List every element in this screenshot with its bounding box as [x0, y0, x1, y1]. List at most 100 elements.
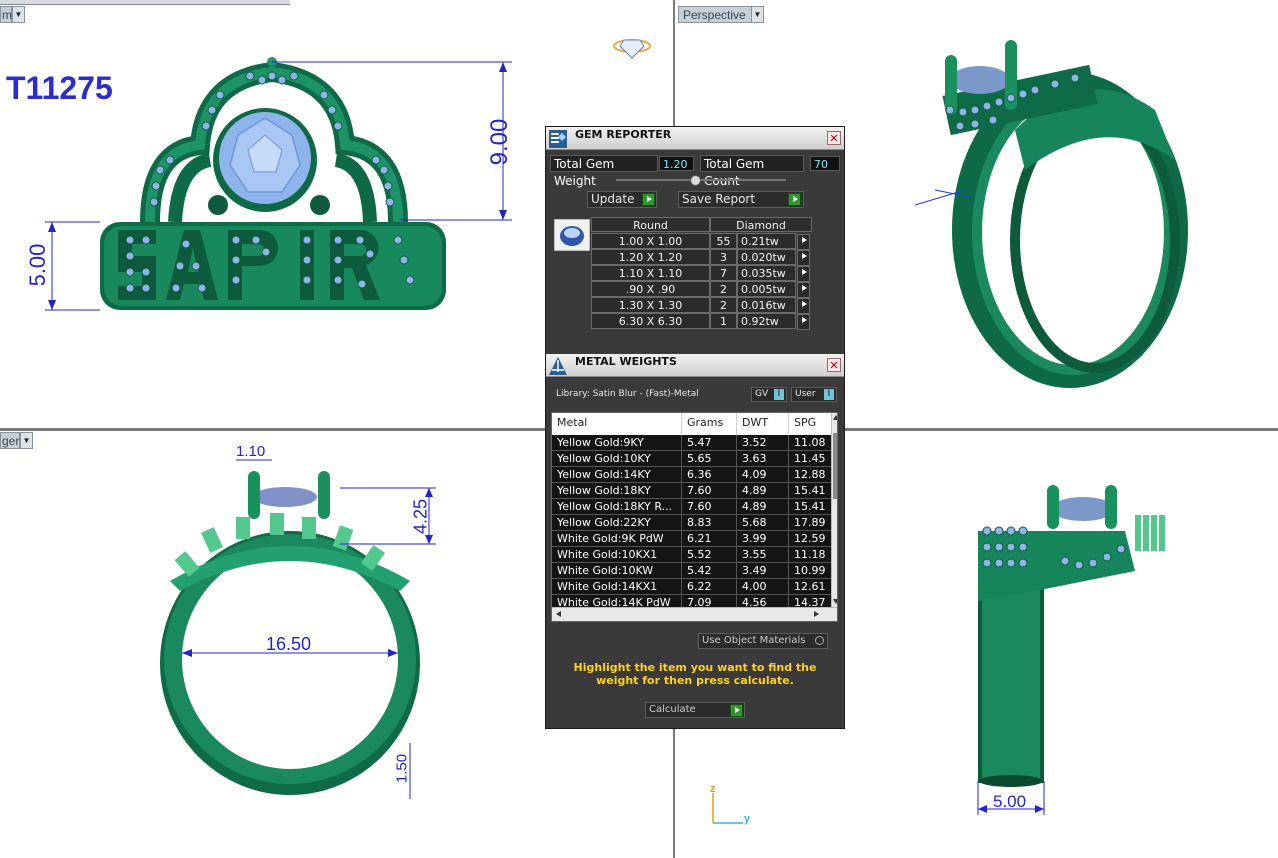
user-toggle[interactable]: User I: [791, 387, 837, 402]
gem-row-arrow-icon[interactable]: [797, 282, 810, 298]
calculate-arrow-icon[interactable]: [730, 704, 743, 717]
gem-row: 6.30 X 6.30 1 0.92tw: [591, 313, 815, 330]
user-label: User: [795, 389, 816, 399]
gem-weight-cell: 0.92tw: [737, 313, 796, 329]
metal-dwt-cell: 3.49: [737, 563, 789, 579]
metal-spg-cell: 11.18: [789, 547, 832, 563]
horizontal-scrollbar[interactable]: [552, 607, 837, 621]
axis-indicator-icon: [712, 793, 743, 824]
metal-name-cell: White Gold:10KX1: [552, 547, 682, 563]
metal-weights-title: METAL WEIGHTS: [575, 355, 677, 368]
scroll-up-icon[interactable]: [833, 415, 837, 420]
metal-name-cell: Yellow Gold:22KY: [552, 515, 682, 531]
metal-table-row[interactable]: Yellow Gold:10KY 5.65 3.63 11.45: [552, 451, 832, 467]
metal-dwt-cell: 3.63: [737, 451, 789, 467]
metal-spg-cell: 17.89: [789, 515, 832, 531]
gem-row-arrow-icon[interactable]: [797, 314, 810, 330]
col-spg[interactable]: SPG: [789, 413, 832, 435]
diamond-logo-icon: [613, 39, 651, 59]
gem-row: 1.20 X 1.20 3 0.020tw: [591, 249, 815, 266]
metal-table-row[interactable]: White Gold:10KW 5.42 3.49 10.99: [552, 563, 832, 579]
metal-weights-table[interactable]: Metal Grams DWT SPG Yellow Gold:9KY 5.47 3…: [551, 412, 838, 622]
use-object-materials-label: Use Object Materials: [702, 635, 806, 646]
gem-size-cell: .90 X .90: [591, 281, 710, 297]
close-icon[interactable]: ✕: [827, 131, 841, 145]
metal-grams-cell: 5.47: [682, 435, 737, 451]
metal-spg-cell: 15.41: [789, 499, 832, 515]
use-object-materials-toggle[interactable]: Use Object Materials: [698, 633, 828, 649]
metal-dwt-cell: 3.99: [737, 531, 789, 547]
gem-size-cell: 6.30 X 6.30: [591, 313, 710, 329]
gv-toggle[interactable]: GV I: [751, 387, 787, 402]
gem-weight-cell: 0.020tw: [737, 249, 796, 265]
update-arrow-icon[interactable]: [642, 193, 655, 206]
metal-table-row[interactable]: Yellow Gold:18KY R... 7.60 4.89 15.41: [552, 499, 832, 515]
gem-slider-handle[interactable]: [690, 175, 701, 186]
gem-size-cell: 1.20 X 1.20: [591, 249, 710, 265]
metal-weights-icon: [549, 357, 567, 375]
scroll-left-icon[interactable]: [556, 611, 561, 617]
metal-grams-cell: 8.83: [682, 515, 737, 531]
metal-table-row[interactable]: White Gold:9K PdW 6.21 3.99 12.59: [552, 531, 832, 547]
vertical-scrollbar[interactable]: [831, 413, 837, 607]
gem-row-arrow-icon[interactable]: [797, 250, 810, 266]
dimension-inner-diameter: 16.50: [266, 634, 312, 654]
gem-slider[interactable]: [616, 179, 786, 181]
metal-table-row[interactable]: White Gold:10KX1 5.52 3.55 11.18: [552, 547, 832, 563]
radio-icon[interactable]: [815, 636, 824, 645]
metal-dwt-cell: 4.09: [737, 467, 789, 483]
dimension-height-top: 9.00: [486, 118, 513, 166]
gem-row: .90 X .90 2 0.005tw: [591, 281, 815, 298]
metal-name-cell: White Gold:14KX1: [552, 579, 682, 595]
metal-name-cell: White Gold:9K PdW: [552, 531, 682, 547]
metal-table-row[interactable]: Yellow Gold:22KY 8.83 5.68 17.89: [552, 515, 832, 531]
total-gem-weight-label: Total Gem Weight: [550, 155, 658, 188]
metal-table-row[interactable]: Yellow Gold:14KY 6.36 4.09 12.88: [552, 467, 832, 483]
round-diamond-icon: [554, 219, 590, 251]
col-dwt[interactable]: DWT: [737, 413, 789, 435]
metal-spg-cell: 15.41: [789, 483, 832, 499]
metal-weights-titlebar[interactable]: METAL WEIGHTS ✕: [546, 354, 844, 377]
gem-row-arrow-icon[interactable]: [797, 266, 810, 282]
col-grams[interactable]: Grams: [682, 413, 737, 435]
metal-dwt-cell: 4.00: [737, 579, 789, 595]
gem-row-arrow-icon[interactable]: [797, 298, 810, 314]
total-gem-count-label: Total Gem Count: [700, 155, 804, 188]
dimension-shank: 1.50: [393, 753, 411, 784]
metal-table-row[interactable]: White Gold:14KX1 6.22 4.00 12.61: [552, 579, 832, 595]
save-report-arrow-icon[interactable]: [788, 193, 801, 206]
metal-grams-cell: 6.36: [682, 467, 737, 483]
close-icon[interactable]: ✕: [827, 358, 841, 372]
metal-grams-cell: 7.60: [682, 499, 737, 515]
gv-label: GV: [755, 389, 769, 399]
scroll-right-icon[interactable]: [814, 611, 819, 617]
floating-panel: GEM REPORTER ✕ Total Gem Weight 1.20 Tot…: [545, 126, 845, 729]
total-gem-count-value: 70: [810, 156, 840, 171]
gem-count-cell: 1: [710, 313, 737, 329]
total-gem-weight-value: 1.20: [659, 156, 694, 171]
gem-shape-header: Round: [591, 217, 710, 232]
gem-weight-cell: 0.016tw: [737, 297, 796, 313]
gem-material-header: Diamond: [710, 217, 812, 232]
metal-table-row[interactable]: Yellow Gold:9KY 5.47 3.52 11.08: [552, 435, 832, 451]
gem-reporter-titlebar[interactable]: GEM REPORTER ✕: [546, 127, 844, 150]
scroll-thumb[interactable]: [833, 433, 837, 499]
scroll-down-icon[interactable]: [833, 599, 837, 604]
gem-report-icon: [549, 130, 567, 148]
metal-grams-cell: 7.60: [682, 483, 737, 499]
metal-dwt-cell: 3.52: [737, 435, 789, 451]
metal-dwt-cell: 3.55: [737, 547, 789, 563]
metal-table-row[interactable]: Yellow Gold:18KY 7.60 4.89 15.41: [552, 483, 832, 499]
dimension-width: 5.00: [993, 792, 1027, 811]
metal-spg-cell: 10.99: [789, 563, 832, 579]
metal-grams-cell: 5.52: [682, 547, 737, 563]
col-metal[interactable]: Metal: [552, 413, 682, 435]
gem-row-arrow-icon[interactable]: [797, 234, 810, 250]
metal-name-cell: Yellow Gold:18KY R...: [552, 499, 682, 515]
axis-label-y: y: [744, 813, 751, 825]
info-icon: I: [774, 389, 784, 400]
gem-count-cell: 55: [710, 233, 737, 249]
metal-name-cell: Yellow Gold:18KY: [552, 483, 682, 499]
save-report-button[interactable]: Save Report: [678, 191, 804, 208]
gem-row: 1.30 X 1.30 2 0.016tw: [591, 297, 815, 314]
